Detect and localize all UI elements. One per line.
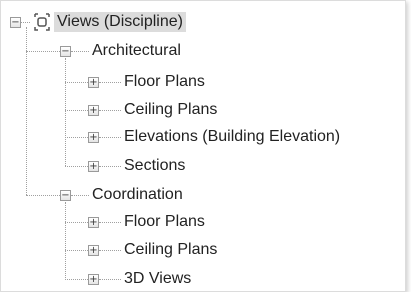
tree-line <box>65 166 88 167</box>
tree-line <box>99 222 121 223</box>
expand-toggle[interactable]: + <box>88 217 99 228</box>
tree-node-label: Elevations (Building Elevation) <box>124 128 341 145</box>
tree-line <box>99 82 121 83</box>
expand-toggle[interactable]: + <box>88 77 99 88</box>
tree-line <box>65 137 88 138</box>
tree-line <box>99 279 121 280</box>
collapse-toggle[interactable]: − <box>60 190 71 201</box>
tree-node-label: Sections <box>124 157 186 174</box>
tree-line <box>65 110 88 111</box>
tree-node-label: Ceiling Plans <box>124 241 218 258</box>
project-browser-tree: − Views (Discipline) − Architectural + F… <box>0 0 406 292</box>
tree-node-label: 3D Views <box>124 270 192 287</box>
tree-line <box>71 195 89 196</box>
tree-line <box>26 195 60 196</box>
collapse-toggle[interactable]: − <box>60 46 71 57</box>
tree-line <box>65 279 88 280</box>
tree-line <box>65 82 88 83</box>
tree-line <box>65 202 66 280</box>
tree-node-label: Architectural <box>92 42 181 59</box>
tree-line <box>26 51 60 52</box>
tree-node-label: Floor Plans <box>124 213 205 230</box>
tree-line <box>99 110 121 111</box>
expand-toggle[interactable]: + <box>88 161 99 172</box>
collapse-toggle[interactable]: − <box>10 17 21 28</box>
tree-line <box>26 27 27 195</box>
tree-node-label: Ceiling Plans <box>124 101 218 118</box>
tree-node-label: Floor Plans <box>124 73 205 90</box>
expand-toggle[interactable]: + <box>88 132 99 143</box>
tree-line <box>65 222 88 223</box>
expand-toggle[interactable]: + <box>88 274 99 285</box>
tree-line <box>99 250 121 251</box>
tree-line <box>71 51 89 52</box>
tree-line <box>99 166 121 167</box>
tree-node-label: Views (Discipline) <box>54 12 186 32</box>
tree-line <box>65 58 66 166</box>
tree-line <box>21 22 30 23</box>
tree-line <box>65 250 88 251</box>
tree-line <box>99 137 121 138</box>
tree-node-label: Coordination <box>92 186 183 203</box>
views-icon <box>34 13 50 31</box>
expand-toggle[interactable]: + <box>88 105 99 116</box>
expand-toggle[interactable]: + <box>88 245 99 256</box>
